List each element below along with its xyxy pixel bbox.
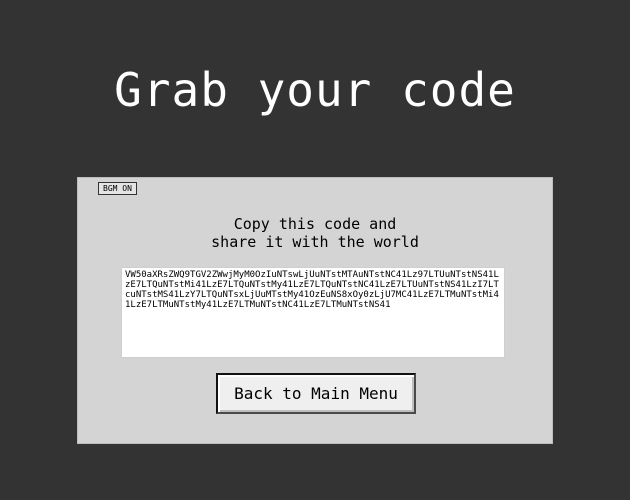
code-panel: BGM ON Copy this code and share it with … bbox=[77, 177, 553, 444]
instructions-line-2: share it with the world bbox=[211, 233, 419, 251]
level-code-textarea[interactable]: VW50aXRsZWQ9TGV2ZWwjMyM0OzIuNTswLjUuNTst… bbox=[121, 267, 505, 358]
page-title: Grab your code bbox=[114, 63, 516, 117]
instructions-line-1: Copy this code and bbox=[233, 215, 397, 233]
bgm-toggle-button[interactable]: BGM ON bbox=[98, 182, 137, 195]
back-to-main-menu-button[interactable]: Back to Main Menu bbox=[216, 373, 416, 414]
share-instructions: Copy this code and share it with the wor… bbox=[78, 215, 552, 251]
